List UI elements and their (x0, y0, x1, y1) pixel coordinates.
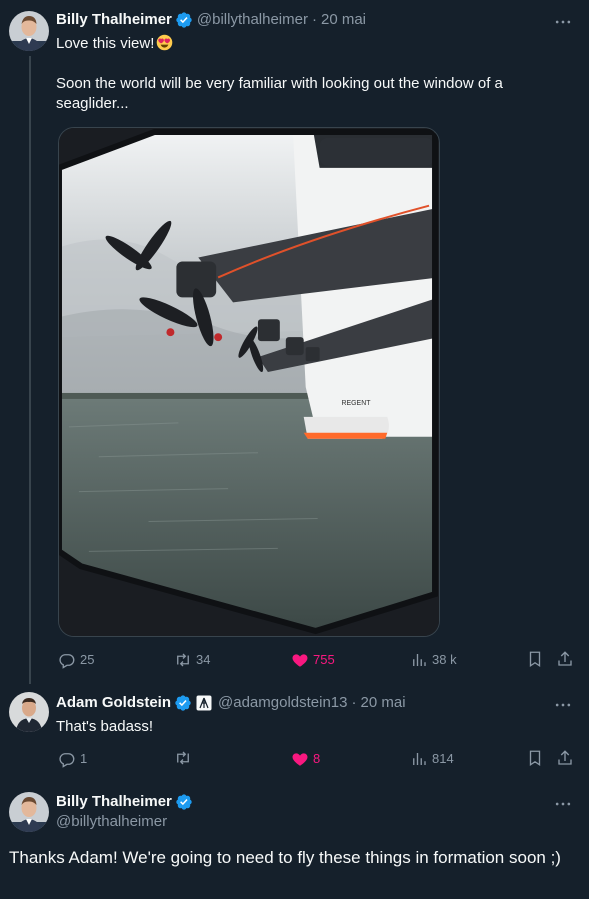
avatar[interactable] (9, 11, 49, 51)
retweet-button[interactable]: 34 (174, 650, 210, 670)
tweet-image[interactable]: REGENT (58, 127, 440, 637)
bookmark-button[interactable] (526, 749, 544, 767)
like-count: 755 (313, 652, 335, 667)
views-count: 38 k (432, 652, 457, 667)
share-button[interactable] (556, 749, 574, 767)
separator: · (351, 694, 357, 711)
share-icon (558, 651, 572, 666)
reply-button[interactable]: 25 (58, 650, 94, 670)
tweet-text: Love this view! (56, 34, 173, 54)
views-button[interactable]: 814 (410, 749, 454, 769)
share-icon (558, 750, 572, 765)
more-horizontal-icon[interactable] (553, 695, 573, 715)
reply-text: That's badass! (56, 718, 154, 735)
retweet-count: 34 (196, 652, 211, 667)
tweet-header: Billy Thalheimer @billythalheimer · 20 m… (56, 10, 366, 30)
author-handle[interactable]: @billythalheimer (56, 812, 167, 832)
affiliate-logo-icon[interactable] (196, 695, 212, 711)
author-name[interactable]: Adam Goldstein (56, 693, 171, 713)
views-icon (413, 753, 426, 765)
reply-actions: 1 8 814 (58, 749, 573, 769)
author-name[interactable]: Billy Thalheimer (56, 792, 172, 812)
author-handle[interactable]: @adamgoldstein13 (218, 693, 347, 713)
more-horizontal-icon[interactable] (553, 794, 573, 814)
reply-count: 1 (80, 751, 88, 766)
heart-icon (292, 753, 308, 766)
verified-badge-icon (175, 793, 193, 811)
retweet-icon (177, 653, 189, 667)
separator: · (311, 11, 317, 28)
tweet-date[interactable]: 20 mai (361, 693, 406, 713)
reply-button[interactable]: 1 (58, 749, 87, 769)
views-count: 814 (432, 751, 454, 766)
reply-count: 25 (80, 652, 95, 667)
like-button[interactable]: 755 (291, 650, 335, 670)
verified-badge-icon (174, 694, 192, 712)
tweet-date[interactable]: 20 mai (321, 10, 366, 30)
bookmark-button[interactable] (526, 650, 544, 668)
bookmark-icon (529, 651, 541, 668)
main-tweet-text: Thanks Adam! We're going to need to fly … (9, 848, 561, 867)
like-button[interactable]: 8 (291, 749, 320, 769)
tweet-actions: 25 34 755 38 k (58, 650, 573, 670)
reply-icon (59, 654, 75, 669)
avatar[interactable] (9, 692, 49, 732)
reply-icon (59, 753, 75, 768)
heart-eyes-emoji-icon (156, 34, 173, 51)
retweet-icon (177, 751, 189, 765)
more-horizontal-icon[interactable] (553, 12, 573, 32)
media-label: REGENT (342, 400, 372, 407)
author-name[interactable]: Billy Thalheimer (56, 10, 172, 30)
like-count: 8 (313, 751, 321, 766)
verified-badge-icon (175, 11, 193, 29)
heart-icon (292, 654, 308, 667)
main-author: Billy Thalheimer (56, 792, 197, 812)
views-button[interactable]: 38 k (410, 650, 457, 670)
share-button[interactable] (556, 650, 574, 668)
author-handle[interactable]: @billythalheimer (197, 10, 308, 30)
avatar[interactable] (9, 792, 49, 832)
views-icon (413, 654, 426, 666)
reply-header: Adam Goldstein @adamgoldstein13 · 20 mai (56, 693, 406, 713)
retweet-button[interactable] (174, 749, 192, 767)
bookmark-icon (529, 750, 541, 767)
thread-line (29, 56, 31, 684)
tweet-text-line-1: Love this view! (56, 35, 155, 52)
tweet-text-line-2: Soon the world will be very familiar wit… (56, 75, 503, 112)
